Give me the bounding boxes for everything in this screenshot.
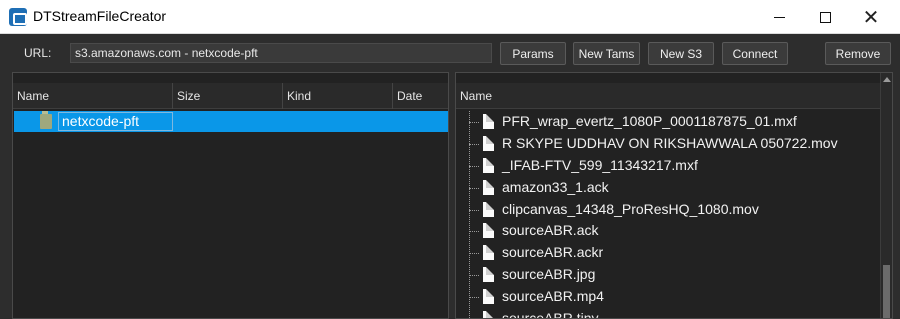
file-row[interactable]: sourceABR.mp4: [456, 286, 880, 308]
url-field[interactable]: s3.amazonaws.com - netxcode-pft: [70, 43, 492, 63]
column-header-name[interactable]: Name: [456, 83, 882, 109]
file-icon: [483, 201, 494, 217]
file-name: R SKYPE UDDHAV ON RIKSHAWWALA 050722.mov: [502, 134, 838, 151]
file-icon: [483, 311, 494, 318]
url-label: URL:: [24, 46, 52, 60]
file-icon: [483, 114, 494, 129]
maximize-button[interactable]: [802, 0, 848, 34]
file-icon: [483, 223, 494, 239]
app-window: DTStreamFileCreator ✕ URL: s3.amazonaws.…: [0, 0, 900, 319]
file-row[interactable]: sourceABR.ack: [456, 220, 880, 242]
column-header-kind[interactable]: Kind: [283, 83, 393, 109]
toolbar: URL: s3.amazonaws.com - netxcode-pft Par…: [0, 34, 900, 72]
column-header-name[interactable]: Name: [13, 83, 173, 109]
bucket-name-editor[interactable]: netxcode-pft: [58, 112, 173, 131]
file-row[interactable]: clipcanvas_14348_ProResHQ_1080.mov: [456, 199, 880, 221]
file-name: clipcanvas_14348_ProResHQ_1080.mov: [502, 200, 759, 217]
file-name: amazon33_1.ack: [502, 178, 609, 195]
new-tams-button[interactable]: New Tams: [573, 42, 640, 65]
minimize-button[interactable]: [756, 0, 802, 34]
close-button[interactable]: ✕: [848, 0, 894, 34]
column-header-date[interactable]: Date: [393, 83, 448, 109]
minimize-icon: [773, 16, 785, 18]
file-row[interactable]: _IFAB-FTV_599_11343217.mxf: [456, 155, 880, 177]
file-name: sourceABR.tiny: [502, 310, 599, 319]
file-icon: [483, 179, 494, 195]
bucket-icon: [40, 111, 52, 129]
maximize-icon: [819, 11, 831, 23]
bucket-list-header: Name Size Kind Date: [13, 83, 448, 109]
file-icon: [483, 135, 494, 151]
file-icon: [483, 289, 494, 305]
file-row[interactable]: amazon33_1.ack: [456, 177, 880, 199]
scroll-up-icon[interactable]: [883, 77, 891, 82]
file-name: sourceABR.jpg: [502, 266, 596, 283]
file-row[interactable]: PFR_wrap_evertz_1080P_0001187875_01.mxf: [456, 111, 880, 133]
file-icon: [483, 267, 494, 283]
remove-button[interactable]: Remove: [825, 42, 891, 65]
file-list-header: Name: [456, 83, 892, 109]
file-list: PFR_wrap_evertz_1080P_0001187875_01.mxf …: [456, 111, 880, 319]
file-icon: [483, 157, 494, 173]
file-name: sourceABR.mp4: [502, 288, 604, 305]
bucket-row[interactable]: netxcode-pft: [14, 111, 448, 132]
file-name: _IFAB-FTV_599_11343217.mxf: [502, 156, 698, 173]
window-title: DTStreamFileCreator: [33, 8, 167, 24]
connect-button[interactable]: Connect: [722, 42, 788, 65]
close-icon: ✕: [862, 5, 880, 29]
new-s3-button[interactable]: New S3: [648, 42, 714, 65]
bucket-pane: Name Size Kind Date netxcode-pft: [12, 72, 449, 319]
file-row[interactable]: sourceABR.jpg: [456, 264, 880, 286]
file-row[interactable]: R SKYPE UDDHAV ON RIKSHAWWALA 050722.mov: [456, 133, 880, 155]
file-row[interactable]: sourceABR.tiny: [456, 308, 880, 319]
file-name: sourceABR.ack: [502, 222, 599, 239]
column-header-size[interactable]: Size: [173, 83, 283, 109]
params-button[interactable]: Params: [500, 42, 566, 65]
vertical-scrollbar[interactable]: [880, 73, 892, 318]
file-row[interactable]: sourceABR.ackr: [456, 242, 880, 264]
file-name: sourceABR.ackr: [502, 244, 604, 261]
file-name: PFR_wrap_evertz_1080P_0001187875_01.mxf: [502, 113, 797, 129]
scrollbar-thumb[interactable]: [883, 265, 890, 318]
title-bar: DTStreamFileCreator ✕: [0, 0, 900, 34]
file-pane: Name PFR_wrap_evertz_1080P_0001187875_01…: [455, 72, 893, 319]
file-icon: [483, 245, 494, 261]
app-icon: [9, 8, 27, 26]
